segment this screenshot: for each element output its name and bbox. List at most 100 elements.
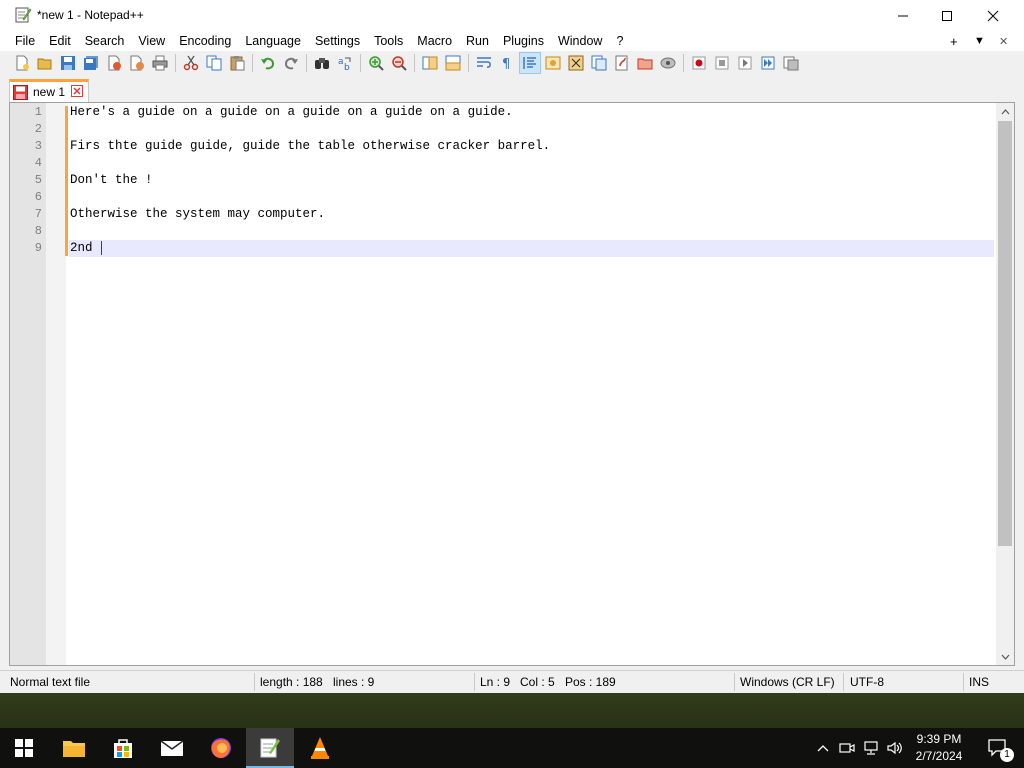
close-file-button[interactable] xyxy=(103,52,125,74)
document-map-button[interactable] xyxy=(565,52,587,74)
title-bar[interactable]: *new 1 - Notepad++ xyxy=(0,0,1024,31)
scroll-down-button[interactable] xyxy=(996,648,1014,665)
show-all-chars-button[interactable]: ¶ xyxy=(496,52,518,74)
text-area[interactable]: Here's a guide on a guide on a guide on … xyxy=(69,103,994,665)
notepad-plus-plus-taskbar-button[interactable] xyxy=(246,728,294,768)
undo-button[interactable] xyxy=(257,52,279,74)
chevron-down-icon xyxy=(1001,654,1009,660)
menu-tools[interactable]: Tools xyxy=(367,31,410,51)
editor-line[interactable] xyxy=(69,155,994,172)
copy-button[interactable] xyxy=(203,52,225,74)
editor-line[interactable]: Firs thte guide guide, guide the table o… xyxy=(69,138,994,155)
show-hidden-icons-button[interactable] xyxy=(812,728,834,768)
status-encoding[interactable]: UTF-8 xyxy=(850,675,884,689)
menu-window[interactable]: Window xyxy=(551,31,609,51)
close-button[interactable] xyxy=(970,0,1016,31)
scroll-up-button[interactable] xyxy=(996,103,1014,120)
add-tab-button[interactable]: + xyxy=(950,31,958,51)
menu-language[interactable]: Language xyxy=(238,31,308,51)
editor-line[interactable] xyxy=(69,223,994,240)
file-explorer-button[interactable] xyxy=(50,728,98,768)
start-button[interactable] xyxy=(0,728,48,768)
open-file-button[interactable] xyxy=(34,52,56,74)
maximize-button[interactable] xyxy=(924,0,970,31)
status-eol[interactable]: Windows (CR LF) xyxy=(740,675,835,689)
status-lines: lines : 9 xyxy=(333,675,375,689)
save-macro-button[interactable] xyxy=(780,52,802,74)
redo-button[interactable] xyxy=(280,52,302,74)
meet-now-tray-button[interactable] xyxy=(836,728,858,768)
line-number: 3 xyxy=(34,139,42,153)
fold-margin[interactable] xyxy=(46,103,66,665)
eye-button[interactable] xyxy=(657,52,679,74)
tab-new-1[interactable]: new 1 xyxy=(9,79,89,102)
text-editor[interactable]: 1 2 3 4 5 6 7 8 9 Here's a guide on a gu… xyxy=(9,102,1015,666)
menu-run[interactable]: Run xyxy=(459,31,496,51)
pilcrow-icon: ¶ xyxy=(502,57,510,71)
chevron-up-icon xyxy=(1001,108,1009,114)
new-file-button[interactable] xyxy=(11,52,33,74)
sync-vertical-button[interactable] xyxy=(419,52,441,74)
network-tray-button[interactable] xyxy=(860,728,882,768)
line-number: 6 xyxy=(34,190,42,204)
menu-view[interactable]: View xyxy=(131,31,172,51)
status-divider xyxy=(474,673,475,691)
tab-list-dropdown[interactable]: ▼ xyxy=(974,31,985,51)
mail-button[interactable] xyxy=(148,728,196,768)
action-center-button[interactable]: 1 xyxy=(978,728,1018,768)
stop-recording-button[interactable] xyxy=(711,52,733,74)
menu-edit[interactable]: Edit xyxy=(42,31,78,51)
editor-line[interactable] xyxy=(69,189,994,206)
editor-line[interactable]: Here's a guide on a guide on a guide on … xyxy=(69,104,994,121)
menu-search[interactable]: Search xyxy=(78,31,132,51)
udl-icon xyxy=(545,56,561,69)
function-list-button[interactable] xyxy=(588,52,610,74)
menu-settings[interactable]: Settings xyxy=(308,31,367,51)
record-macro-button[interactable] xyxy=(688,52,710,74)
close-all-button[interactable] xyxy=(126,52,148,74)
vertical-scrollbar[interactable] xyxy=(996,103,1014,665)
firefox-button[interactable] xyxy=(197,728,245,768)
editor-line[interactable]: Don't the ! xyxy=(69,172,994,189)
replace-button[interactable]: ab xyxy=(334,52,356,74)
scroll-thumb[interactable] xyxy=(998,121,1012,546)
toolbar-separator xyxy=(175,53,176,72)
editor-line[interactable]: Otherwise the system may computer. xyxy=(69,206,994,223)
menu-plugins[interactable]: Plugins xyxy=(496,31,551,51)
taskbar-clock-date[interactable]: 2/7/2024 xyxy=(910,749,968,763)
user-defined-language-button[interactable] xyxy=(542,52,564,74)
monitoring-button[interactable] xyxy=(634,52,656,74)
current-line[interactable]: 2nd xyxy=(69,240,994,257)
word-wrap-button[interactable] xyxy=(473,52,495,74)
status-bar: Normal text file length : 188 lines : 9 … xyxy=(0,670,1024,693)
zoom-out-button[interactable] xyxy=(388,52,410,74)
print-button[interactable] xyxy=(149,52,171,74)
minimize-icon xyxy=(898,15,908,16)
taskbar-clock-time[interactable]: 9:39 PM xyxy=(910,732,968,746)
menu-macro[interactable]: Macro xyxy=(410,31,459,51)
sync-horizontal-button[interactable] xyxy=(442,52,464,74)
folder-as-workspace-button[interactable] xyxy=(611,52,633,74)
change-history-marker xyxy=(65,106,68,256)
vlc-button[interactable] xyxy=(296,728,344,768)
save-button[interactable] xyxy=(57,52,79,74)
find-button[interactable] xyxy=(311,52,333,74)
playback-macro-button[interactable] xyxy=(734,52,756,74)
save-all-button[interactable] xyxy=(80,52,102,74)
volume-tray-button[interactable] xyxy=(884,728,906,768)
cut-button[interactable] xyxy=(180,52,202,74)
zoom-in-button[interactable] xyxy=(365,52,387,74)
paste-button[interactable] xyxy=(226,52,248,74)
line-number: 1 xyxy=(34,105,42,119)
microsoft-store-button[interactable] xyxy=(99,728,147,768)
menu-help[interactable]: ? xyxy=(609,31,630,51)
menu-file[interactable]: File xyxy=(8,31,42,51)
tab-close-icon[interactable] xyxy=(71,85,83,97)
run-macro-multiple-button[interactable] xyxy=(757,52,779,74)
editor-line[interactable] xyxy=(69,121,994,138)
close-document-button[interactable]: ✕ xyxy=(999,31,1008,51)
minimize-button[interactable] xyxy=(880,0,926,31)
menu-encoding[interactable]: Encoding xyxy=(172,31,238,51)
indent-guide-button[interactable] xyxy=(519,51,541,74)
monitor-eye-icon xyxy=(660,57,676,68)
